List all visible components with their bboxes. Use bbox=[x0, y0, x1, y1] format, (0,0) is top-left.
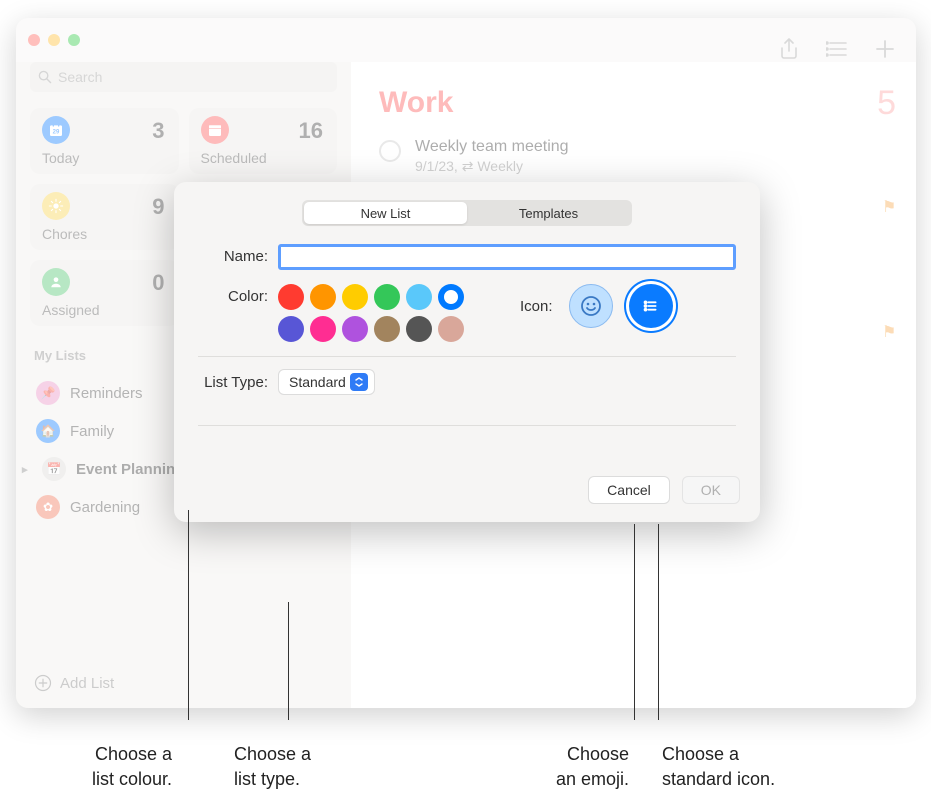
standard-icon-button[interactable] bbox=[629, 284, 673, 328]
tab-templates[interactable]: Templates bbox=[467, 202, 630, 224]
ok-button[interactable]: OK bbox=[682, 476, 740, 504]
tab-new-list[interactable]: New List bbox=[304, 202, 467, 224]
callout-type: Choose a list type. bbox=[234, 742, 311, 791]
icon-label: Icon: bbox=[520, 298, 553, 315]
chevron-updown-icon bbox=[350, 373, 368, 391]
color-swatch[interactable] bbox=[406, 316, 432, 342]
list-type-select[interactable]: Standard bbox=[278, 369, 375, 395]
name-input[interactable] bbox=[278, 244, 736, 270]
name-label: Name: bbox=[198, 244, 268, 265]
color-label: Color: bbox=[198, 284, 268, 305]
color-swatch[interactable] bbox=[342, 284, 368, 310]
color-swatch[interactable] bbox=[278, 284, 304, 310]
list-type-label: List Type: bbox=[198, 374, 268, 391]
list-type-value: Standard bbox=[289, 374, 346, 390]
color-swatch[interactable] bbox=[342, 316, 368, 342]
segmented-control[interactable]: New List Templates bbox=[302, 200, 632, 226]
callout-line bbox=[658, 524, 659, 720]
color-picker bbox=[278, 284, 464, 342]
callout-icon: Choose a standard icon. bbox=[662, 742, 775, 791]
callout-line bbox=[634, 524, 635, 720]
callout-line bbox=[188, 510, 189, 720]
color-swatch[interactable] bbox=[374, 284, 400, 310]
color-swatch[interactable] bbox=[278, 316, 304, 342]
new-list-dialog: New List Templates Name: Color: Icon: Li… bbox=[174, 182, 760, 522]
cancel-button[interactable]: Cancel bbox=[588, 476, 670, 504]
color-swatch[interactable] bbox=[310, 316, 336, 342]
color-swatch[interactable] bbox=[374, 316, 400, 342]
color-swatch[interactable] bbox=[406, 284, 432, 310]
callout-color: Choose a list colour. bbox=[92, 742, 172, 791]
emoji-picker-button[interactable] bbox=[569, 284, 613, 328]
color-swatch[interactable] bbox=[438, 316, 464, 342]
callout-line bbox=[288, 602, 289, 720]
color-swatch[interactable] bbox=[310, 284, 336, 310]
callout-emoji: Choose an emoji. bbox=[556, 742, 629, 791]
color-swatch[interactable] bbox=[438, 284, 464, 310]
